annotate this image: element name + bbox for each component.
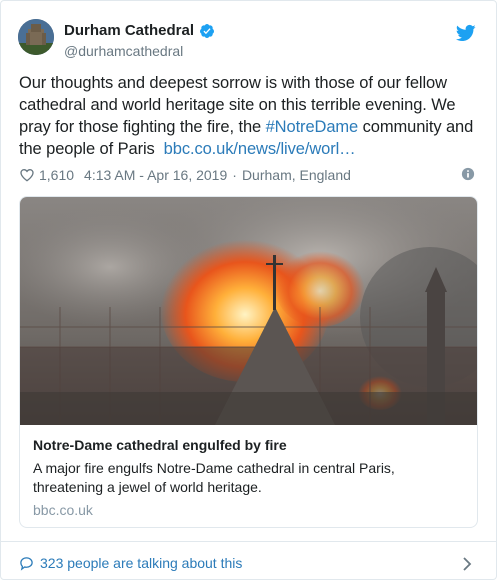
tweet-line: the people of Paris bbc.co.uk/news/live/…	[19, 138, 489, 160]
tweet-line: pray for those fighting the fire, the #N…	[19, 116, 489, 138]
author-avatar[interactable]	[18, 19, 54, 55]
notredame-hashtag-link[interactable]: #NotreDame	[266, 118, 359, 136]
timestamp[interactable]: 4:13 AM - Apr 16, 2019	[84, 167, 227, 183]
twitter-bird-icon[interactable]	[456, 23, 476, 43]
embedded-tweet: Durham Cathedral @durhamcathedral Our th…	[0, 0, 497, 580]
footer-divider	[1, 541, 496, 542]
link-card-title[interactable]: Notre-Dame cathedral engulfed by fire	[33, 437, 287, 453]
tweet-text-fragment: community and	[358, 118, 474, 136]
notre-dame-fire-photo	[20, 197, 477, 425]
verified-badge-icon	[200, 23, 215, 38]
talking-count-text: 323 people are talking about this	[40, 555, 243, 571]
tweet-text-fragment: pray for those fighting the fire, the	[19, 118, 266, 136]
like-count[interactable]: 1,610	[39, 167, 74, 183]
comment-bubble-icon	[20, 556, 33, 571]
info-icon[interactable]	[461, 167, 475, 181]
tweet-text-fragment: the people of Paris	[19, 140, 164, 158]
link-preview-card[interactable]: Notre-Dame cathedral engulfed by fire A …	[19, 196, 478, 528]
conversation-link[interactable]: 323 people are talking about this	[19, 555, 242, 571]
link-card-domain: bbc.co.uk	[33, 502, 93, 518]
link-card-description: A major fire engulfs Notre-Dame cathedra…	[33, 460, 395, 495]
author-name[interactable]: Durham Cathedral	[64, 22, 215, 39]
location[interactable]: Durham, England	[242, 167, 351, 183]
tweet-meta: 1,610 4:13 AM - Apr 16, 2019 · Durham, E…	[19, 166, 351, 184]
meta-separator: ·	[232, 167, 237, 183]
bbc-article-link[interactable]: bbc.co.uk/news/live/worl…	[164, 140, 356, 158]
cathedral-avatar-icon	[18, 19, 54, 55]
tweet-line: Our thoughts and deepest sorrow is with …	[19, 74, 447, 92]
tweet-text: Our thoughts and deepest sorrow is with …	[19, 72, 489, 160]
heart-icon[interactable]	[19, 167, 35, 183]
author-handle[interactable]: @durhamcathedral	[64, 43, 183, 59]
tweet-line: cathedral and world heritage site on thi…	[19, 96, 456, 114]
chevron-right-icon[interactable]	[462, 557, 472, 571]
author-name-text: Durham Cathedral	[64, 22, 195, 39]
